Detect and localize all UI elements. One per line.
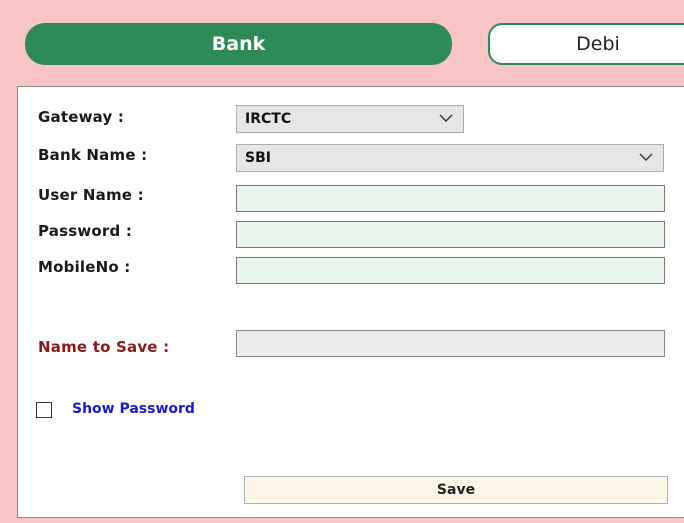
bank-name-select-value: SBI (245, 150, 271, 166)
bank-name-select[interactable]: SBI (236, 144, 664, 172)
chevron-down-icon (639, 153, 653, 161)
gateway-select[interactable]: IRCTC (236, 105, 464, 133)
mobile-label: MobileNo : (38, 258, 131, 276)
show-password-checkbox[interactable] (36, 402, 52, 418)
username-label: User Name : (38, 186, 144, 204)
chevron-down-icon (439, 114, 453, 122)
name-to-save-field[interactable] (236, 330, 665, 357)
save-button[interactable]: Save (244, 476, 668, 504)
password-label: Password : (38, 222, 133, 240)
tab-debit[interactable]: Debi (488, 23, 684, 65)
bank-name-label: Bank Name : (38, 146, 148, 164)
name-to-save-label: Name to Save : (38, 338, 170, 356)
gateway-label: Gateway : (38, 108, 125, 126)
show-password-label[interactable]: Show Password (72, 401, 195, 417)
password-field[interactable] (236, 221, 665, 248)
mobile-field[interactable] (236, 257, 665, 284)
username-field[interactable] (236, 185, 665, 212)
tab-bank[interactable]: Bank (25, 23, 452, 65)
gateway-select-value: IRCTC (245, 111, 292, 127)
